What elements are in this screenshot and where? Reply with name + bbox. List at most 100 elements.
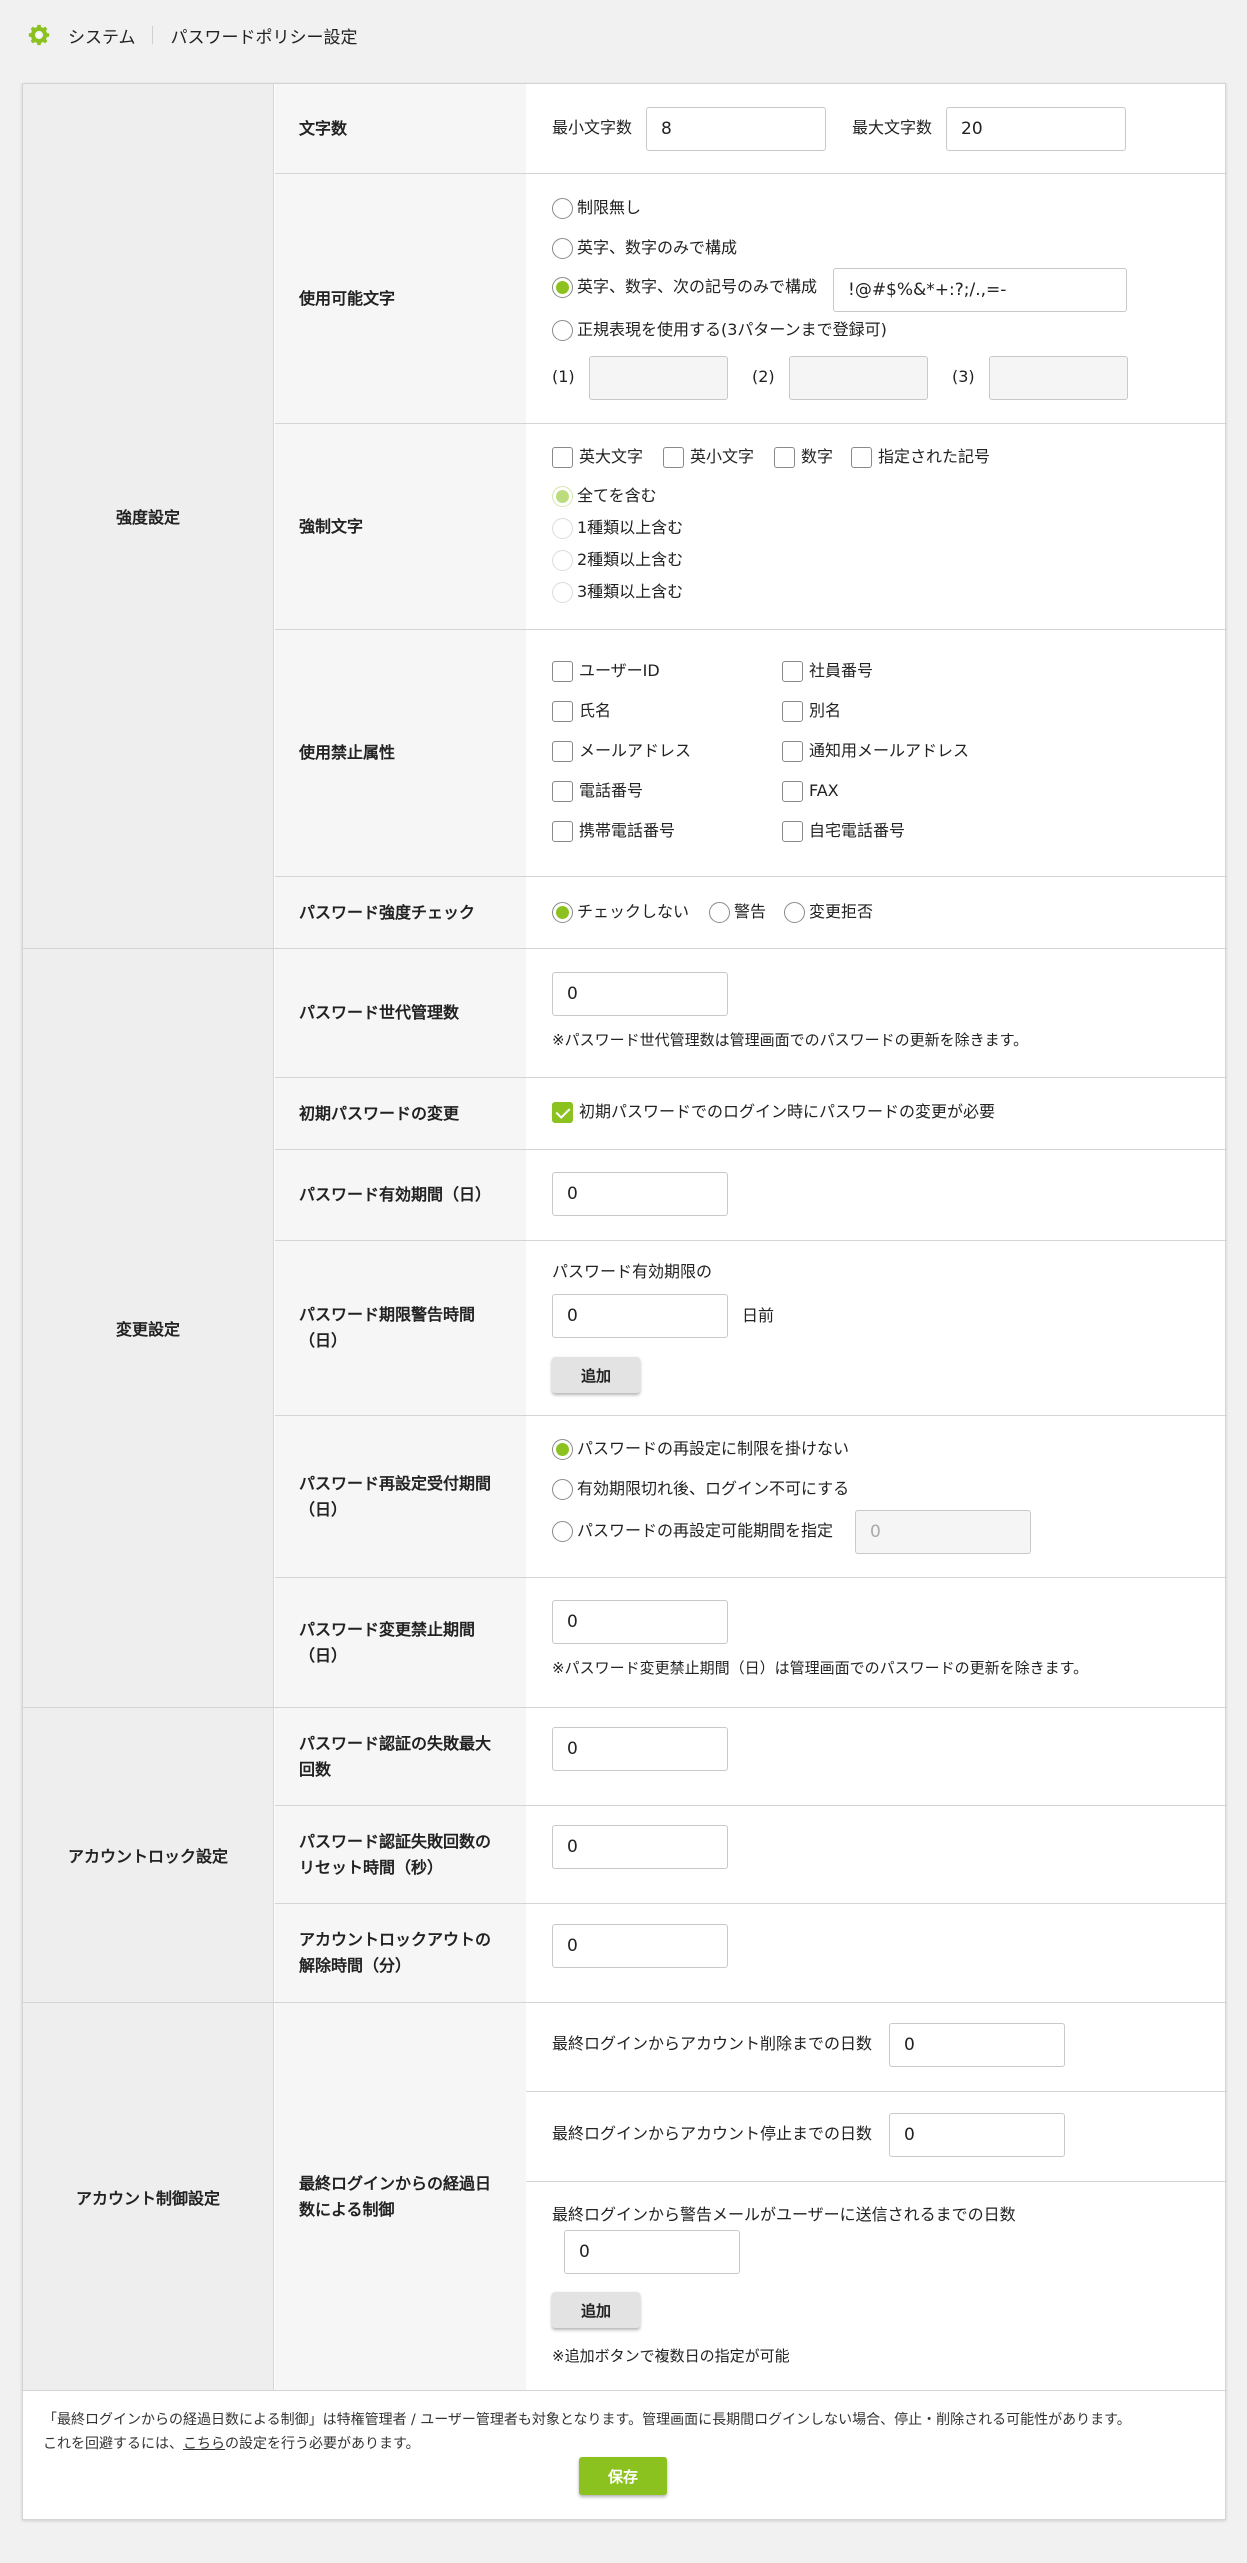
label-fail-reset-line1: パスワード認証失敗回数の [299, 1831, 492, 1851]
forbid-check-home[interactable] [782, 821, 803, 842]
row-divider [526, 2091, 1227, 2092]
delete-days-label: 最終ログインからアカウント削除までの日数 [552, 2034, 873, 2053]
label-elapsed-line2: 数による制御 [299, 2199, 395, 2219]
required-radio-3[interactable] [552, 582, 573, 603]
section-divider [23, 948, 1227, 949]
forbid-name-label: 氏名 [579, 701, 612, 720]
regex-2-label: (2) [752, 367, 775, 386]
strength-radio-none[interactable] [552, 902, 573, 923]
unlock-input[interactable]: 0 [552, 1924, 728, 1968]
label-length: 文字数 [275, 84, 526, 173]
row-divider [275, 1240, 1227, 1241]
required-check-lower[interactable] [663, 447, 684, 468]
save-button[interactable]: 保存 [579, 2457, 667, 2495]
elapsed-add-button[interactable]: 追加 [552, 2292, 640, 2328]
reset-radio-period[interactable] [552, 1521, 573, 1542]
reset-period-input[interactable]: 0 [855, 1510, 1031, 1554]
initial-change-label: 初期パスワードでのログイン時にパスワードの変更が必要 [579, 1102, 996, 1121]
label-strength-check: パスワード強度チェック [275, 877, 526, 948]
label-elapsed: 最終ログインからの経過日 数による制御 [275, 2003, 526, 2390]
allowed-radio-alnum[interactable] [552, 238, 573, 259]
forbid-alias-label: 別名 [809, 701, 842, 720]
forbid-check-name[interactable] [552, 701, 573, 722]
forbid-check-phone[interactable] [552, 781, 573, 802]
delete-days-input[interactable]: 0 [889, 2023, 1065, 2067]
label-forbidden: 使用禁止属性 [275, 630, 526, 876]
row-divider [275, 1577, 1227, 1578]
strength-radio-reject[interactable] [784, 902, 805, 923]
prohibit-note: ※パスワード変更禁止期間（日）は管理画面でのパスワードの更新を除きます。 [552, 1659, 1089, 1677]
row-divider [526, 2181, 1227, 2182]
allowed-symbols-input[interactable]: !@#$%&*+:?;/.,=- [833, 268, 1127, 312]
strength-radio-warn[interactable] [709, 902, 730, 923]
required-check-digit[interactable] [774, 447, 795, 468]
regex-1-input[interactable] [589, 356, 728, 400]
forbid-check-fax[interactable] [782, 781, 803, 802]
forbid-fax-label: FAX [809, 781, 839, 800]
reset-radio-unlimited[interactable] [552, 1439, 573, 1460]
prohibit-input[interactable]: 0 [552, 1600, 728, 1644]
label-reset: パスワード再設定受付期間 （日） [275, 1416, 526, 1577]
label-fail-max-line1: パスワード認証の失敗最大 [299, 1733, 492, 1753]
mail-days-label: 最終ログインから警告メールがユーザーに送信されるまでの日数 [552, 2205, 1016, 2224]
footer-settings-link[interactable]: こちら [183, 2436, 225, 2452]
history-input[interactable]: 0 [552, 972, 728, 1016]
footer-note-prefix: これを回避するには、 [43, 2436, 183, 2452]
forbid-empno-label: 社員番号 [809, 661, 874, 680]
label-reset-line2: （日） [299, 1499, 348, 1519]
forbid-check-empno[interactable] [782, 661, 803, 682]
regex-2-input[interactable] [789, 356, 928, 400]
forbid-check-mail[interactable] [552, 741, 573, 762]
label-unlock: アカウントロックアウトの 解除時間（分） [275, 1904, 526, 2002]
forbid-check-userid[interactable] [552, 661, 573, 682]
required-check-symbol[interactable] [851, 447, 872, 468]
allowed-radio-unlimited[interactable] [552, 198, 573, 219]
required-radio-2[interactable] [552, 550, 573, 571]
label-fail-reset: パスワード認証失敗回数の リセット時間（秒） [275, 1806, 526, 1903]
allowed-radio-regex[interactable] [552, 320, 573, 341]
required-check-upper[interactable] [552, 447, 573, 468]
settings-panel: 強度設定 変更設定 アカウントロック設定 アカウント制御設定 文字数 使用可能文… [22, 83, 1227, 2520]
label-elapsed-line1: 最終ログインからの経過日 [299, 2173, 492, 2193]
fail-max-input[interactable]: 0 [552, 1727, 728, 1771]
label-warning: パスワード期限警告時間 （日） [275, 1241, 526, 1415]
page-header: システム パスワードポリシー設定 [0, 0, 1247, 70]
required-radio-1[interactable] [552, 518, 573, 539]
stop-days-input[interactable]: 0 [889, 2113, 1065, 2157]
mail-days-input[interactable]: 0 [564, 2230, 740, 2274]
max-length-input[interactable]: 20 [946, 107, 1126, 151]
elapsed-note: ※追加ボタンで複数日の指定が可能 [552, 2347, 790, 2365]
section-divider [23, 2390, 1227, 2391]
row-divider [275, 173, 1227, 174]
reset-radio-block[interactable] [552, 1479, 573, 1500]
section-lock: アカウントロック設定 [23, 1708, 274, 2002]
allowed-radio-symbols[interactable] [552, 277, 573, 298]
forbid-check-alias[interactable] [782, 701, 803, 722]
label-required: 強制文字 [275, 424, 526, 629]
fail-reset-input[interactable]: 0 [552, 1825, 728, 1869]
required-radio-all[interactable] [552, 486, 573, 507]
regex-3-input[interactable] [989, 356, 1128, 400]
initial-change-checkbox[interactable] [552, 1102, 573, 1123]
label-unlock-line1: アカウントロックアウトの [299, 1930, 492, 1949]
label-prohibit-line2: （日） [299, 1645, 348, 1665]
section-divider [23, 2002, 1227, 2003]
row-divider [275, 1805, 1227, 1806]
warning-input[interactable]: 0 [552, 1294, 728, 1338]
strength-opt-reject: 変更拒否 [809, 902, 874, 921]
allowed-opt-alnum: 英字、数字のみで構成 [577, 238, 738, 257]
min-length-input[interactable]: 8 [646, 107, 826, 151]
warning-add-button[interactable]: 追加 [552, 1357, 640, 1393]
forbid-check-mobile[interactable] [552, 821, 573, 842]
required-opt-2: 2種類以上含む [577, 550, 684, 569]
validity-input[interactable]: 0 [552, 1172, 728, 1216]
section-control: アカウント制御設定 [23, 2003, 274, 2390]
forbid-check-notifymail[interactable] [782, 741, 803, 762]
reset-opt-period: パスワードの再設定可能期間を指定 [577, 1521, 834, 1540]
allowed-opt-unlimited: 制限無し [577, 198, 642, 217]
breadcrumb-system[interactable]: システム [68, 23, 136, 48]
required-digit-label: 数字 [801, 447, 834, 466]
regex-3-label: (3) [952, 367, 975, 386]
row-divider [275, 1415, 1227, 1416]
stop-days-label: 最終ログインからアカウント停止までの日数 [552, 2124, 873, 2143]
